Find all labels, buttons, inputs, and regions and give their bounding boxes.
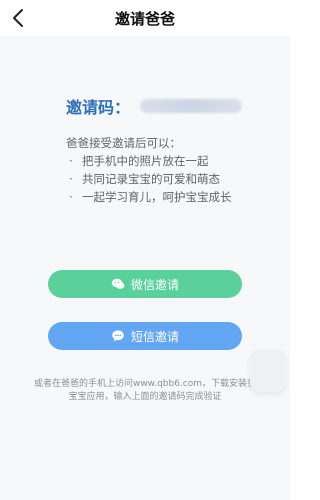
list-item: · 一起学习育儿，呵护宝宝成长 bbox=[66, 188, 232, 206]
invite-code-value-blurred bbox=[140, 99, 243, 113]
floating-assist-button[interactable] bbox=[250, 350, 286, 392]
page-title: 邀请爸爸 bbox=[114, 10, 175, 28]
wechat-invite-label: 微信邀请 bbox=[130, 277, 179, 292]
benefits-list: 爸爸接受邀请后可以： · 把手机中的照片放在一起 · 共同记录宝宝的可爱和萌态 … bbox=[66, 134, 232, 206]
invite-code-label: 邀请码： bbox=[66, 98, 131, 117]
download-instructions: 或者在爸爸的手机上访问www.qbb6.com，下载安装亲宝宝应用，输入上面的邀… bbox=[33, 379, 257, 402]
wechat-invite-button[interactable]: 微信邀请 bbox=[48, 270, 242, 298]
wechat-icon bbox=[111, 278, 125, 289]
list-item-text: 共同记录宝宝的可爱和萌态 bbox=[82, 172, 220, 186]
main-content: 邀请码： 爸爸接受邀请后可以： · 把手机中的照片放在一起 · 共同记录宝宝的可… bbox=[0, 36, 290, 500]
list-item: · 把手机中的照片放在一起 bbox=[66, 152, 232, 170]
list-item-text: 一起学习育儿，呵护宝宝成长 bbox=[82, 190, 232, 204]
bullet-dot: · bbox=[69, 190, 73, 204]
bullet-dot: · bbox=[69, 154, 73, 168]
invite-code-row: 邀请码： bbox=[66, 94, 243, 118]
sms-invite-label: 短信邀请 bbox=[130, 329, 179, 344]
bullet-dot: · bbox=[69, 172, 73, 186]
list-item: · 共同记录宝宝的可爱和萌态 bbox=[66, 170, 232, 188]
chat-bubble-icon bbox=[112, 330, 124, 342]
list-item-text: 把手机中的照片放在一起 bbox=[82, 154, 209, 168]
sms-invite-button[interactable]: 短信邀请 bbox=[48, 322, 242, 350]
benefits-intro: 爸爸接受邀请后可以： bbox=[66, 136, 181, 150]
top-navigation-bar: 邀请爸爸 bbox=[0, 0, 290, 36]
